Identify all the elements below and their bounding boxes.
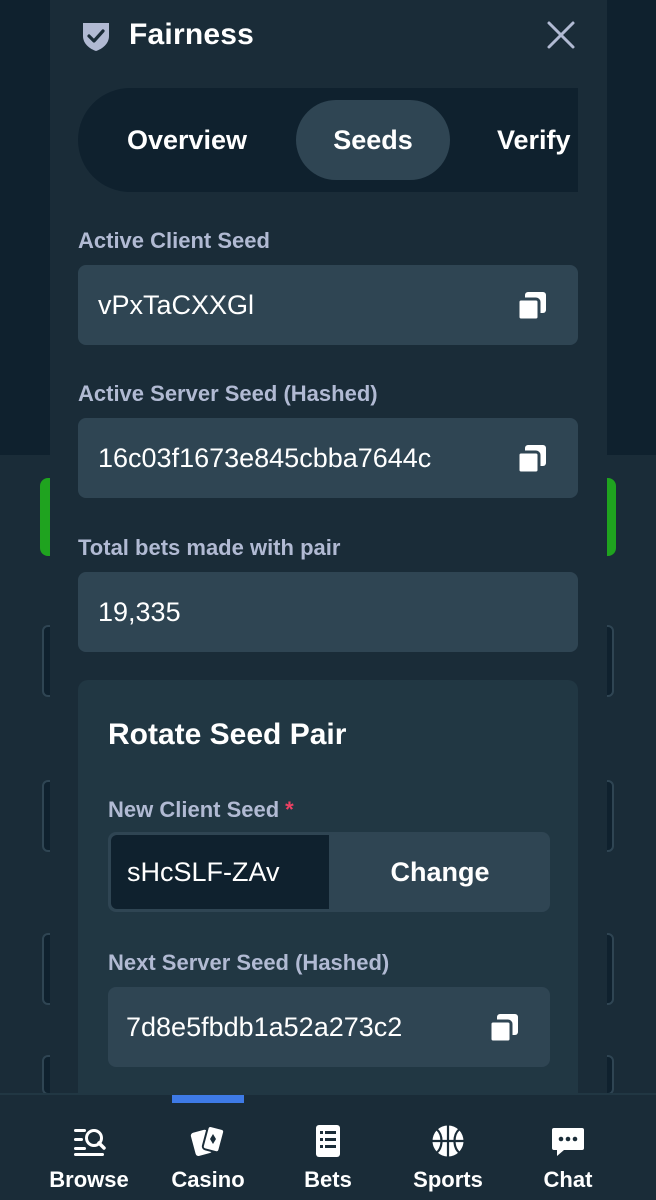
new-client-seed-label-text: New Client Seed [108, 797, 280, 822]
tab-overview[interactable]: Overview [98, 100, 276, 180]
next-server-seed-label: Next Server Seed (Hashed) [108, 950, 390, 975]
app-root: Fairness Overview Seeds Verify Active Cl… [0, 0, 656, 1200]
tab-seeds[interactable]: Seeds [296, 100, 450, 180]
active-client-seed-value: vPxTaCXXGl [98, 290, 255, 320]
nav-bets-label: Bets [304, 1167, 352, 1192]
copy-icon[interactable] [516, 443, 548, 475]
nav-sports[interactable]: Sports [393, 1117, 503, 1197]
new-client-seed-label: New Client Seed * [108, 797, 294, 823]
shield-check-icon [83, 23, 109, 51]
active-tab-indicator [172, 1095, 244, 1103]
nav-bets[interactable]: Bets [273, 1117, 383, 1197]
total-bets-field: 19,335 [78, 572, 578, 652]
browse-search-icon [74, 1129, 106, 1156]
nav-chat-label: Chat [543, 1167, 593, 1192]
nav-casino[interactable]: Casino [153, 1117, 263, 1197]
active-server-seed-label: Active Server Seed (Hashed) [78, 381, 378, 406]
tab-verify[interactable]: Verify [473, 100, 578, 180]
new-client-seed-group: Change [108, 832, 550, 912]
next-server-seed-field[interactable]: 7d8e5fbdb1a52a273c2 [108, 987, 550, 1067]
close-icon[interactable] [544, 18, 578, 52]
copy-icon[interactable] [488, 1012, 520, 1044]
fairness-tabs: Overview Seeds Verify [78, 88, 578, 192]
next-server-seed-value: 7d8e5fbdb1a52a273c2 [126, 1012, 403, 1042]
rotate-seed-pair-card: Rotate Seed Pair New Client Seed* Change… [78, 680, 578, 1095]
bet-slip-icon [316, 1125, 340, 1157]
nav-browse[interactable]: Browse [34, 1117, 144, 1197]
basketball-icon [432, 1125, 464, 1157]
new-client-seed-input[interactable] [111, 835, 329, 909]
chat-bubble-icon [552, 1128, 584, 1156]
modal-title: Fairness [129, 18, 254, 51]
bottom-nav: Browse Casino Bets Sports Chat [0, 1093, 656, 1200]
active-server-seed-value: 16c03f1673e845cbba7644c [98, 443, 432, 473]
nav-casino-label: Casino [171, 1167, 245, 1192]
fairness-modal: Fairness Overview Seeds Verify Active Cl… [50, 0, 607, 1095]
nav-chat[interactable]: Chat [513, 1117, 623, 1197]
change-button[interactable]: Change [330, 832, 550, 912]
modal-header: Fairness [50, 0, 607, 72]
nav-sports-label: Sports [413, 1167, 483, 1192]
copy-icon[interactable] [516, 290, 548, 322]
total-bets-label: Total bets made with pair [78, 535, 341, 560]
required-marker: * [285, 797, 294, 822]
rotate-seed-pair-title: Rotate Seed Pair [108, 718, 347, 751]
nav-browse-label: Browse [49, 1167, 129, 1192]
active-client-seed-label: Active Client Seed [78, 228, 270, 253]
active-client-seed-field[interactable]: vPxTaCXXGl [78, 265, 578, 345]
total-bets-value: 19,335 [98, 597, 181, 627]
active-server-seed-field[interactable]: 16c03f1673e845cbba7644c [78, 418, 578, 498]
playing-cards-icon [190, 1125, 226, 1156]
